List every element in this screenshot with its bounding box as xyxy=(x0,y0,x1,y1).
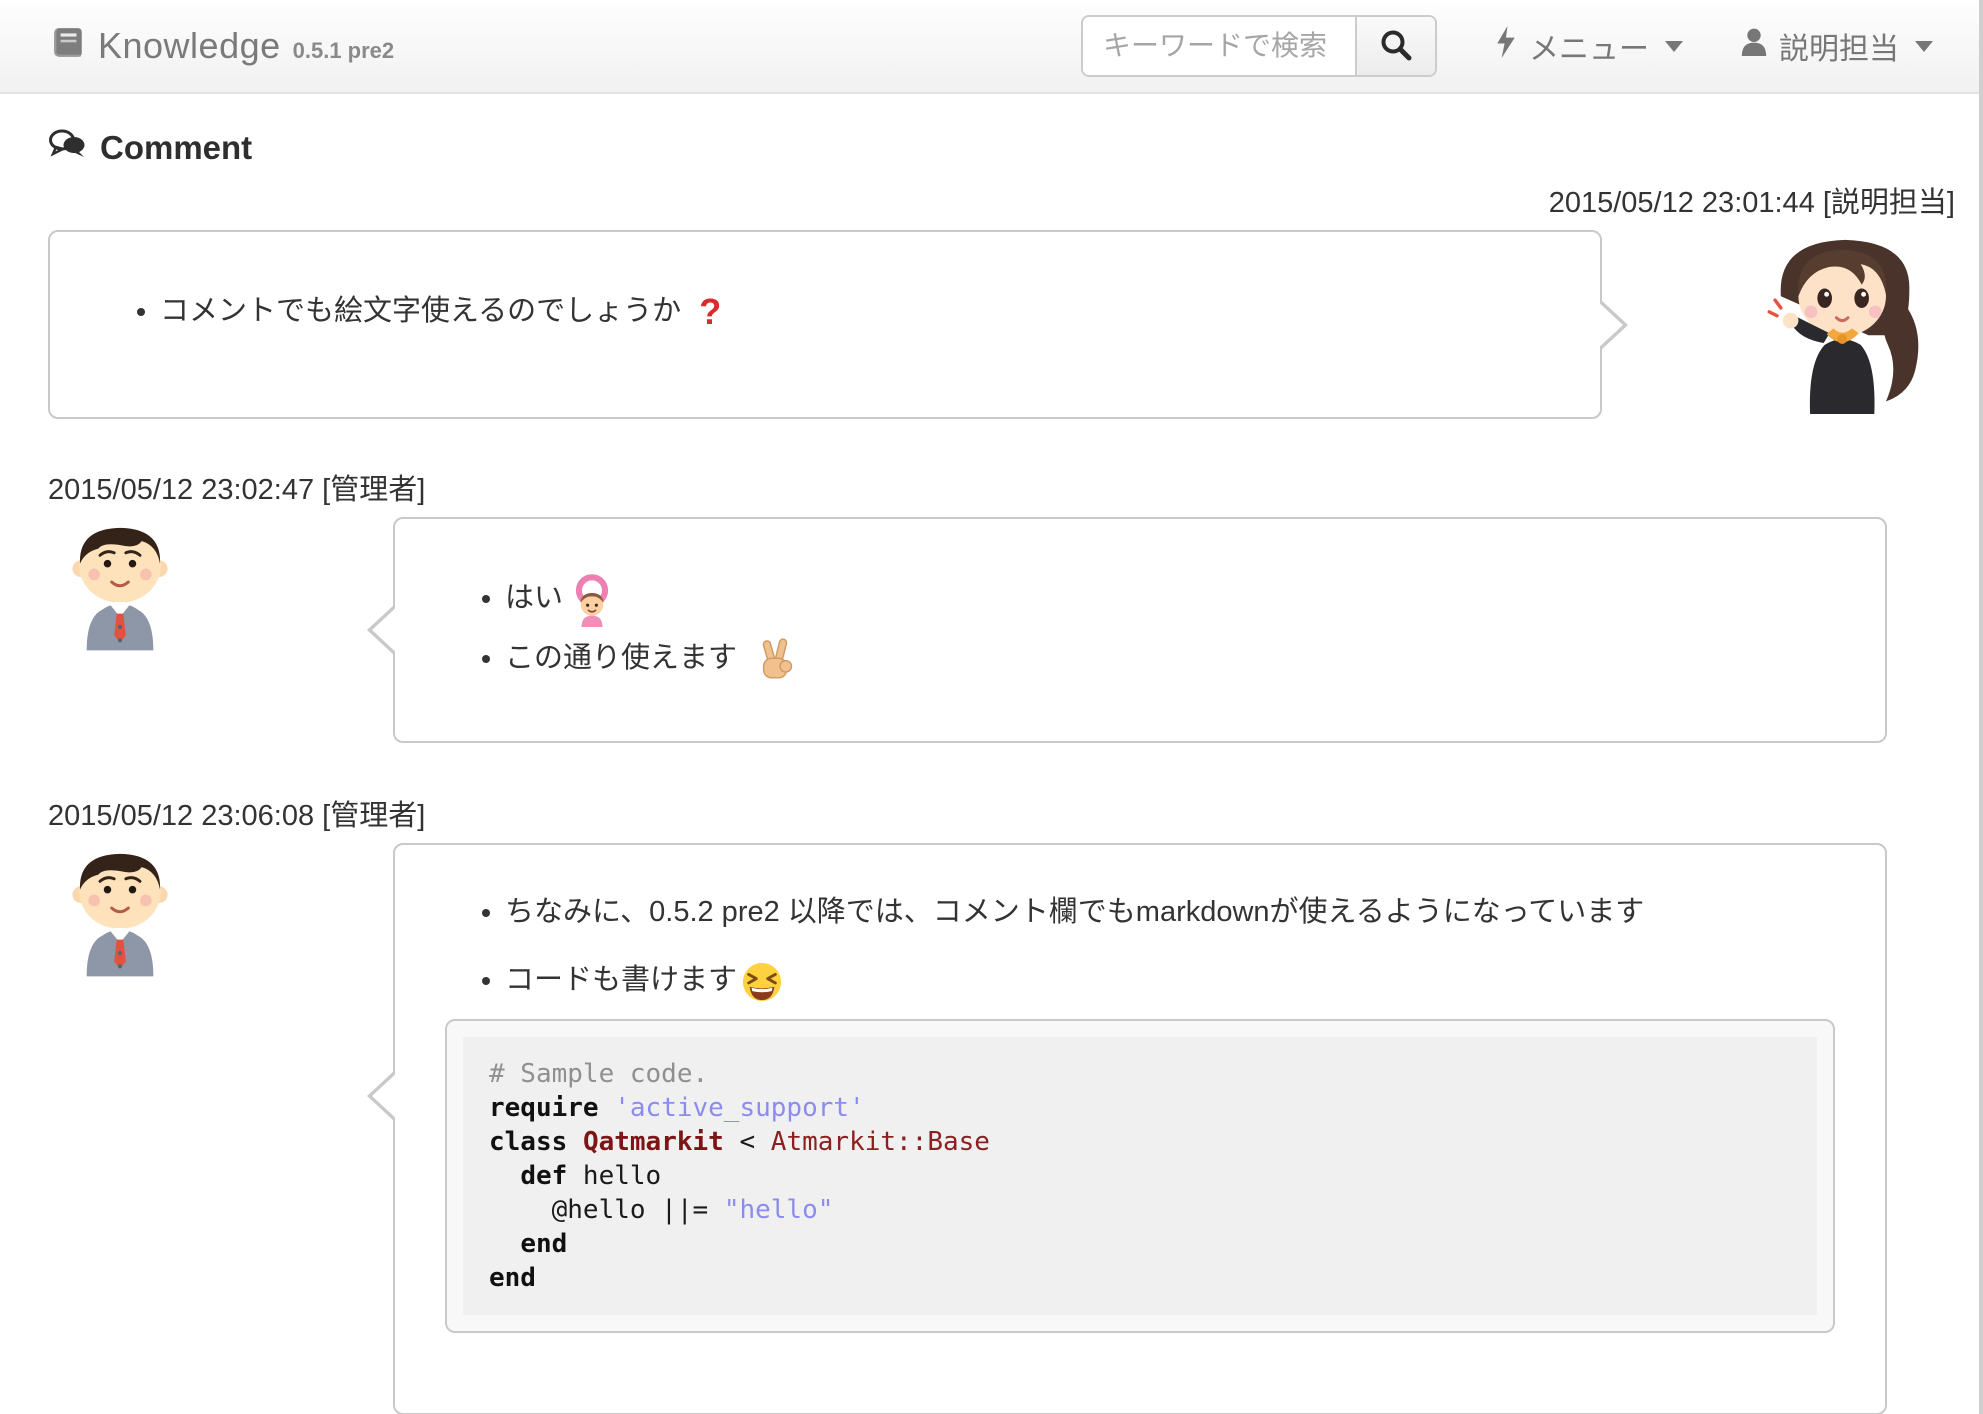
code-line: # Sample code. xyxy=(489,1057,1791,1091)
app-version: 0.5.1 pre2 xyxy=(293,38,395,64)
comment-1: 2015/05/12 23:01:44 [説明担当] コメントでも絵文字使えるの… xyxy=(48,184,1935,419)
comment-bubble: はい この通り使えます xyxy=(393,517,1887,743)
red-question-mark-emoji: ? xyxy=(699,291,721,332)
comment-line: コードも書けます xyxy=(505,957,1835,1003)
top-navbar: Knowledge 0.5.1 pre2 メニュー 説明担当 xyxy=(0,0,1983,94)
flash-icon xyxy=(1495,26,1517,66)
app-logo-link[interactable]: Knowledge 0.5.1 pre2 xyxy=(50,25,394,67)
code-line: @hello ||= "hello" xyxy=(489,1193,1791,1227)
caret-down-icon xyxy=(1665,41,1683,52)
avatar-businessman xyxy=(70,849,170,982)
comment-bubble: ちなみに、0.5.2 pre2 以降では、コメント欄でもmarkdownが使える… xyxy=(393,843,1887,1414)
comments-heading: Comment xyxy=(48,128,1935,168)
comment-timestamp: 2015/05/12 23:01:44 [説明担当] xyxy=(48,184,1955,222)
viewport-scrollbar[interactable] xyxy=(1979,0,1983,1414)
comments-icon xyxy=(48,128,86,168)
comment-bubble: コメントでも絵文字使えるのでしょうか ? xyxy=(48,230,1602,419)
caret-down-icon xyxy=(1915,41,1933,52)
search-input[interactable] xyxy=(1083,17,1355,75)
comments-heading-label: Comment xyxy=(100,129,252,167)
comment-3: 2015/05/12 23:06:08 [管理者] ちなみに、0.5.2 pre… xyxy=(48,797,1935,1414)
person-gesturing-ok-emoji xyxy=(565,573,619,627)
code-line: end xyxy=(489,1261,1791,1295)
code-line: def hello xyxy=(489,1159,1791,1193)
code-line: end xyxy=(489,1227,1791,1261)
avatar-businesswoman xyxy=(1751,234,1947,419)
comment-line: この通り使えます xyxy=(505,635,1835,681)
grinning-squinting-face-emoji xyxy=(741,961,783,1003)
comment-2: 2015/05/12 23:02:47 [管理者] はい この通り使えます xyxy=(48,471,1935,743)
comment-section: Comment 2015/05/12 23:01:44 [説明担当] コメントで… xyxy=(0,94,1983,1414)
user-icon xyxy=(1741,28,1767,64)
user-name-label: 説明担当 xyxy=(1779,24,1899,68)
code-block: # Sample code. require 'active_support' … xyxy=(445,1019,1835,1333)
app-title: Knowledge xyxy=(98,25,281,67)
code-line: class Qatmarkit < Atmarkit::Base xyxy=(489,1125,1791,1159)
comment-line: コメントでも絵文字使えるのでしょうか ? xyxy=(160,288,1550,335)
victory-hand-emoji xyxy=(753,638,799,684)
comment-timestamp: 2015/05/12 23:02:47 [管理者] xyxy=(48,471,1935,509)
search-button[interactable] xyxy=(1355,17,1435,75)
comment-timestamp: 2015/05/12 23:06:08 [管理者] xyxy=(48,797,1935,835)
menu-dropdown[interactable]: メニュー xyxy=(1495,24,1683,68)
comment-line: はい xyxy=(505,575,1835,621)
code-line: require 'active_support' xyxy=(489,1091,1791,1125)
search-icon xyxy=(1379,28,1413,65)
comment-line: ちなみに、0.5.2 pre2 以降では、コメント欄でもmarkdownが使える… xyxy=(505,889,1835,935)
user-dropdown[interactable]: 説明担当 xyxy=(1741,24,1933,68)
avatar-businessman xyxy=(70,523,170,656)
book-icon xyxy=(50,26,86,67)
menu-label: メニュー xyxy=(1529,24,1649,68)
search-group xyxy=(1081,15,1437,77)
